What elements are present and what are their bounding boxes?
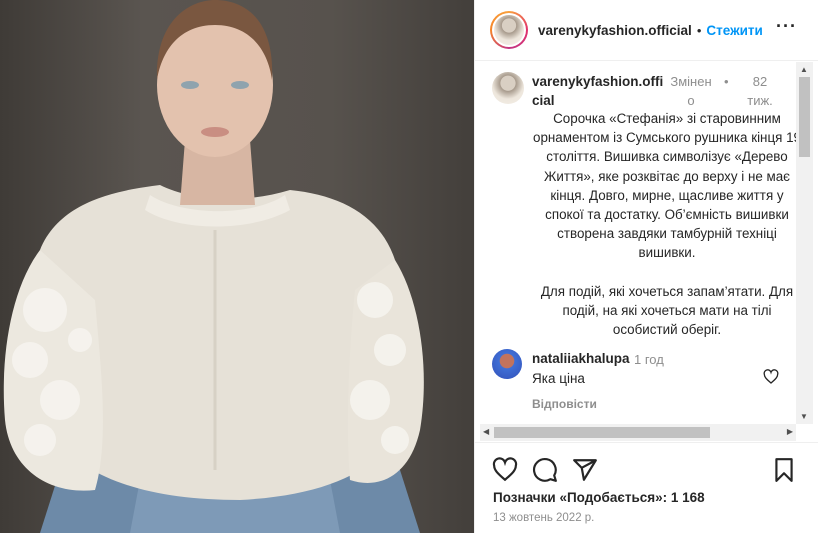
caption-username[interactable]: varenykyfashion.official xyxy=(532,72,670,110)
caption-paragraph: Сорочка «Стефанія» зі старовинним орнаме… xyxy=(533,111,801,261)
comment-username[interactable]: nataliiakhalupa xyxy=(532,351,630,366)
post-photo[interactable] xyxy=(0,0,474,533)
follow-button[interactable]: Стежити xyxy=(706,23,762,38)
edited-label: Змінено xyxy=(670,74,712,108)
post-side-panel: varenykyfashion.official • Стежити ··· v… xyxy=(474,0,818,533)
bookmark-icon[interactable] xyxy=(771,457,797,483)
scroll-left-arrow[interactable]: ◀ xyxy=(483,427,489,436)
comment-icon[interactable] xyxy=(532,457,558,483)
avatar[interactable] xyxy=(494,15,524,45)
likes-count[interactable]: Позначки «Подобається»: 1 168 xyxy=(493,490,705,505)
header-username[interactable]: varenykyfashion.official xyxy=(538,23,692,38)
post-photo-illustration xyxy=(3,0,424,533)
caption-paragraph: Для подій, які хочеться запам’ятати. Для… xyxy=(540,283,794,338)
vertical-scrollbar[interactable]: ▲ ▼ xyxy=(796,62,813,424)
scrollbar-thumb[interactable] xyxy=(799,77,810,157)
scroll-right-arrow[interactable]: ▶ xyxy=(787,427,793,436)
caption-text: Сорочка «Стефанія» зі старовинним орнаме… xyxy=(532,109,802,339)
story-ring[interactable] xyxy=(490,11,528,49)
share-icon[interactable] xyxy=(572,457,598,483)
comments-scroll-area[interactable]: varenykyfashion.official Змінено • 82 ти… xyxy=(475,62,818,424)
reply-button[interactable]: Відповісти xyxy=(532,397,597,411)
scroll-down-arrow[interactable]: ▼ xyxy=(800,412,808,421)
separator-dot: • xyxy=(696,22,702,38)
action-bar: Позначки «Подобається»: 1 168 13 жовтень… xyxy=(475,442,818,533)
comment-timestamp: 1 год xyxy=(634,352,664,367)
horizontal-scrollbar[interactable]: ◀ ▶ xyxy=(480,424,796,441)
post-header: varenykyfashion.official • Стежити ··· xyxy=(475,0,818,61)
post-date[interactable]: 13 жовтень 2022 р. xyxy=(493,512,594,524)
avatar[interactable] xyxy=(492,349,522,379)
scrollbar-thumb[interactable] xyxy=(494,427,710,438)
more-options-icon[interactable]: ··· xyxy=(776,16,797,37)
comment-like-heart-icon[interactable] xyxy=(763,369,779,385)
heart-icon[interactable] xyxy=(492,457,518,483)
comment-text: Яка ціна xyxy=(532,371,585,386)
caption-timestamp[interactable]: 82 тиж. xyxy=(740,72,780,110)
separator-dot: • xyxy=(724,74,729,89)
avatar[interactable] xyxy=(492,72,524,104)
scroll-up-arrow[interactable]: ▲ xyxy=(800,65,808,74)
